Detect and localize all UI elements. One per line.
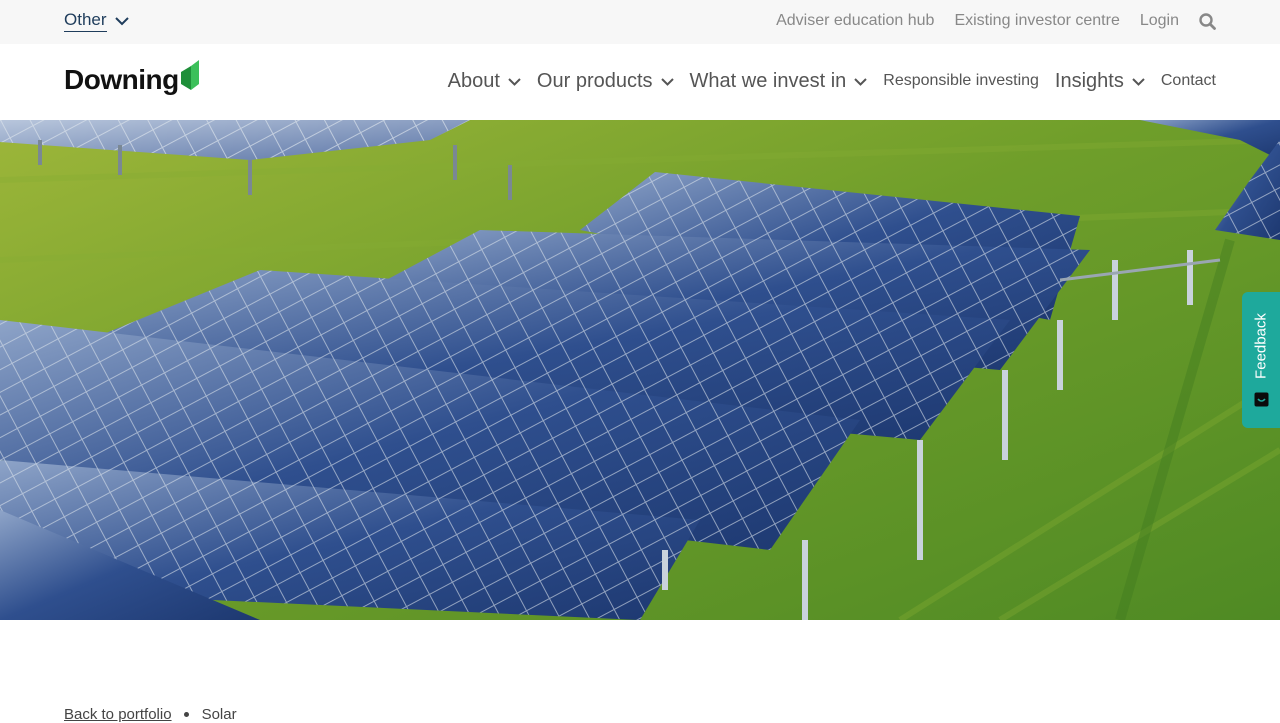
nav-item-responsible-investing[interactable]: Responsible investing: [883, 68, 1039, 94]
chevron-down-icon: [508, 73, 521, 91]
nav-item-label: Our products: [536, 70, 653, 92]
feedback-icon: [1254, 392, 1269, 412]
back-to-portfolio-link[interactable]: Back to portfolio: [64, 706, 172, 723]
chevron-down-icon: [114, 13, 129, 31]
breadcrumb-current: Solar: [201, 706, 237, 723]
nav-item-label: Insights: [1054, 70, 1124, 92]
nav-items: About Our products What we invest in Res…: [448, 68, 1216, 94]
nav-item-label: About: [447, 70, 500, 92]
nav-item-what-we-invest-in[interactable]: What we invest in: [690, 68, 868, 94]
nav-item-label: Responsible investing: [883, 72, 1039, 89]
breadcrumb: Back to portfolio Solar: [64, 706, 237, 723]
feedback-tab[interactable]: Feedback: [1242, 292, 1280, 428]
nav-item-contact[interactable]: Contact: [1161, 68, 1216, 94]
logo-text: Downing: [64, 64, 179, 95]
downing-logo[interactable]: Downing: [64, 59, 199, 97]
search-icon[interactable]: [1199, 12, 1216, 30]
nav-item-label: What we invest in: [689, 70, 847, 92]
breadcrumb-separator: [183, 712, 189, 717]
audience-selector[interactable]: Other: [64, 10, 129, 32]
nav-item-our-products[interactable]: Our products: [537, 68, 674, 94]
main-nav: Downing About Our products What we inves…: [0, 44, 1280, 120]
logo-mark-icon: [180, 59, 199, 95]
feedback-label: Feedback: [1252, 313, 1270, 379]
chevron-down-icon: [854, 73, 867, 91]
chevron-down-icon: [1132, 73, 1145, 91]
nav-item-about[interactable]: About: [448, 68, 521, 94]
utility-links: Adviser education hub Existing investor …: [776, 11, 1216, 31]
hero-image: [0, 120, 1280, 620]
audience-label: Other: [64, 10, 107, 32]
adviser-education-hub-link[interactable]: Adviser education hub: [776, 11, 934, 31]
nav-item-label: Contact: [1160, 72, 1216, 89]
existing-investor-centre-link[interactable]: Existing investor centre: [954, 11, 1119, 31]
solar-field-illustration: [0, 120, 1280, 620]
nav-item-insights[interactable]: Insights: [1055, 68, 1145, 94]
utility-bar: Other Adviser education hub Existing inv…: [0, 0, 1280, 44]
login-link[interactable]: Login: [1140, 11, 1179, 31]
chevron-down-icon: [660, 73, 674, 91]
